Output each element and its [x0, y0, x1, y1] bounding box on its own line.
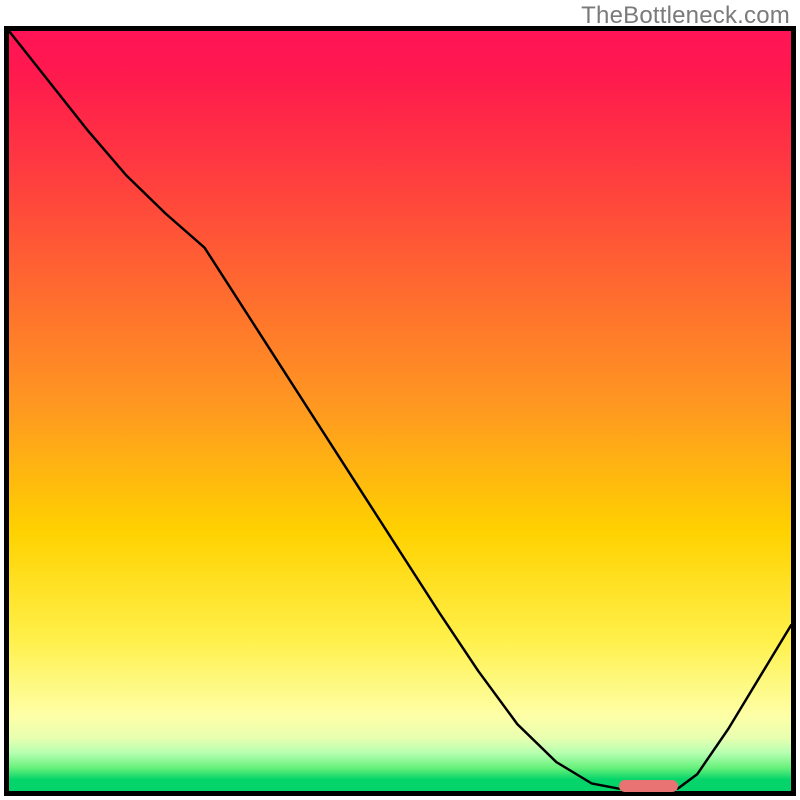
screenshot-root: TheBottleneck.com — [0, 0, 800, 800]
bottleneck-curve — [9, 31, 791, 791]
chart-frame — [4, 26, 796, 796]
chart-plot-area — [9, 31, 791, 791]
optimal-marker — [619, 780, 678, 792]
